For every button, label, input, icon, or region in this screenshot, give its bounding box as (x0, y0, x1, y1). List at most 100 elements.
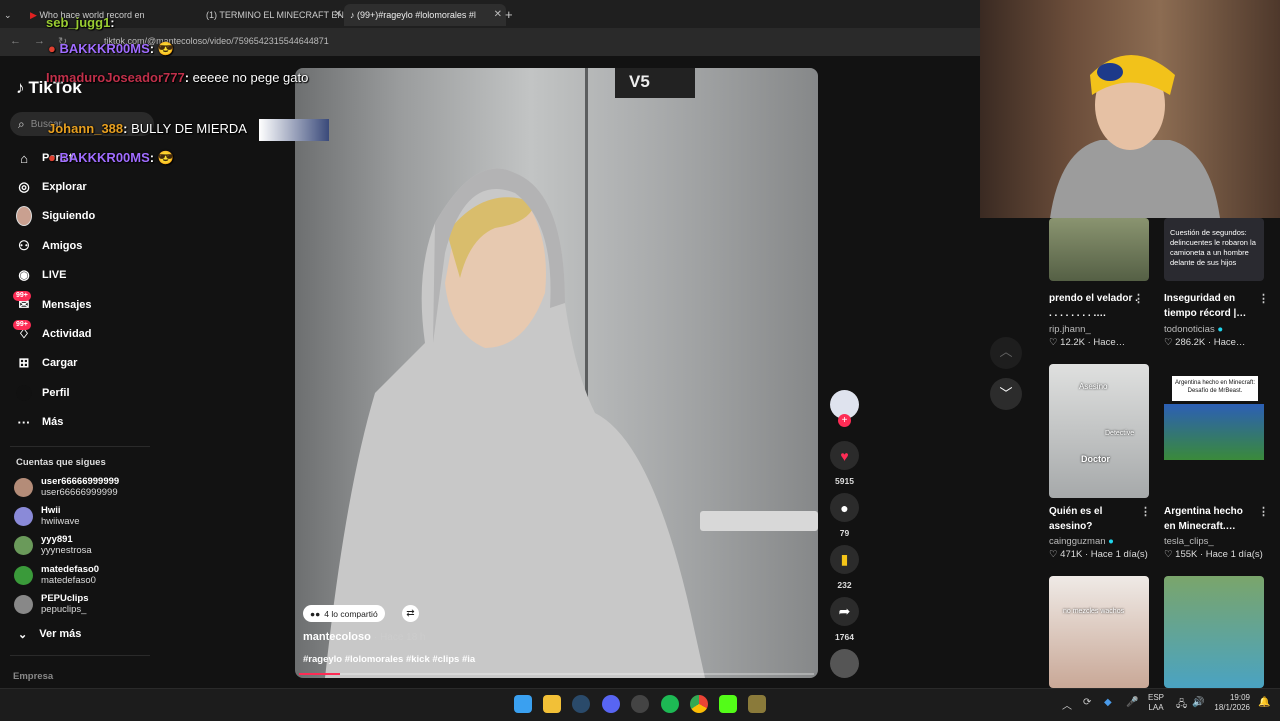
save-button[interactable]: ▮ (830, 545, 859, 574)
chat-message: Johann_388: BULLY DE MIERDA (48, 121, 247, 136)
tray-security-icon[interactable]: ◆ (1104, 697, 1112, 708)
footer-link[interactable]: Empresa (13, 671, 53, 682)
more-options-icon[interactable]: ⋮ (1258, 505, 1269, 518)
browser-tab-2[interactable]: (1) TERMINO EL MINECRAFT EN ✕ (200, 4, 346, 26)
file-explorer-icon[interactable] (543, 695, 561, 713)
bookmark-icon: ▮ (840, 551, 849, 567)
tiktok-note-icon: ♪ (16, 78, 25, 97)
windows-start-icon[interactable] (514, 695, 532, 713)
nav-item-amigos[interactable]: ⚇ Amigos (16, 235, 82, 257)
chat-message: seb_jugg1: (46, 15, 115, 30)
comment-button[interactable]: ● (830, 493, 859, 522)
avatar (14, 536, 33, 555)
see-more-button[interactable]: ⌄ Ver más (18, 628, 81, 641)
recommendation-author[interactable]: tesla_clips_ (1164, 536, 1214, 547)
following-account[interactable]: yyy891 yyynestrosa (14, 534, 92, 556)
recommendation-author-row[interactable]: caingguzman ● (1049, 536, 1114, 547)
thumbnail-label: Doctor (1081, 454, 1110, 464)
follow-plus-icon[interactable]: + (838, 414, 851, 427)
keyboard-layout: LAA (1148, 703, 1164, 712)
video-progress-track[interactable] (299, 673, 814, 675)
recommendation-stats: ♡ 12.2K · Hace… (1049, 337, 1126, 348)
share-button[interactable]: ➦ (830, 597, 859, 626)
following-section-title: Cuentas que sigues (16, 457, 106, 468)
like-button[interactable]: ♥ (830, 441, 859, 470)
recommendation-author: todonoticias (1164, 324, 1215, 335)
volume-icon[interactable]: 🔊 (1192, 697, 1204, 708)
recommendation-thumbnail[interactable] (1164, 576, 1264, 688)
video-hashtags[interactable]: #rageylo #lolomorales #kick #clips #ia (303, 654, 475, 665)
next-video-button[interactable]: ﹀ (990, 378, 1022, 410)
browser-tab-3-active[interactable]: ♪ (99+)#rageylo #lolomorales #l ✕ (344, 4, 506, 26)
more-options-icon[interactable]: ⋮ (1258, 292, 1269, 305)
following-account[interactable]: matedefaso0 matedefaso0 (14, 564, 99, 586)
music-disc-icon[interactable] (830, 649, 859, 678)
previous-video-button[interactable]: ︿ (990, 337, 1022, 369)
nav-item-siguiendo[interactable]: Siguiendo (16, 205, 95, 227)
kick-icon[interactable] (719, 695, 737, 713)
nav-item-perfil[interactable]: Perfil (16, 382, 70, 404)
network-icon[interactable]: 🖧 (1176, 697, 1187, 714)
verified-badge-icon: ● (1217, 324, 1224, 335)
nav-item-mas[interactable]: ··· Más (16, 411, 64, 433)
recommendation-thumbnail[interactable]: Cuestión de segundos: delincuentes le ro… (1164, 218, 1264, 281)
repost-icon[interactable]: ⇄ (402, 605, 419, 622)
tab-list-button[interactable]: ⌄ (4, 4, 24, 26)
chat-emote-icon: 😎 (157, 150, 174, 165)
thumbnail-caption: Cuestión de segundos: delincuentes le ro… (1170, 228, 1256, 267)
nav-item-actividad[interactable]: ♢ 99+ Actividad (13, 320, 92, 345)
more-options-icon[interactable]: ⋮ (1133, 292, 1144, 305)
spotify-icon[interactable] (661, 695, 679, 713)
following-account[interactable]: Hwii hwiiwave (14, 505, 80, 527)
thumbnail-caption: Argentina hecho en Minecraft: Desafío de… (1172, 376, 1258, 401)
nav-item-mensajes[interactable]: ✉ 99+ Mensajes (13, 291, 92, 316)
nav-item-live[interactable]: ◉ LIVE (16, 264, 66, 286)
recommendation-title[interactable]: Inseguridad en tiempo récord |… (1164, 291, 1256, 321)
streamer-figure (1050, 55, 1220, 218)
video-author[interactable]: mantecoloso (303, 631, 371, 643)
close-tab-icon[interactable]: ✕ (334, 4, 342, 26)
recommendation-thumbnail[interactable]: Asesino Detective Doctor (1049, 364, 1149, 498)
forward-arrow-icon[interactable]: → (34, 35, 45, 47)
following-account[interactable]: PEPUclips pepuclips_ (14, 593, 89, 615)
new-tab-button[interactable]: + (505, 4, 519, 26)
notification-bell-icon[interactable]: 🔔 (1258, 697, 1270, 708)
heart-icon: ♥ (840, 447, 849, 464)
recommendation-author-row[interactable]: todonoticias ● (1164, 324, 1223, 335)
back-arrow-icon[interactable]: ← (10, 35, 21, 47)
chat-username: BAKKKR00MS (59, 41, 150, 56)
divider (10, 655, 150, 656)
chevron-down-icon: ⌄ (18, 629, 28, 641)
tray-mic-icon[interactable]: 🎤 (1126, 697, 1138, 708)
shared-avatars-icon: ●● (310, 608, 321, 619)
recommendation-thumbnail[interactable]: Argentina hecho en Minecraft: Desafío de… (1164, 364, 1264, 498)
recommendation-author[interactable]: rip.jhann_ (1049, 324, 1091, 335)
discord-icon[interactable] (602, 695, 620, 713)
tray-sync-icon[interactable]: ⟳ (1083, 697, 1091, 708)
recommendation-title[interactable]: Quién es el asesino? (1049, 504, 1141, 534)
video-player[interactable]: V5 ●● 4 lo compartió ⇄ mantecoloso · Hac… (295, 68, 818, 678)
recommendation-thumbnail[interactable] (1049, 218, 1149, 281)
close-tab-icon[interactable]: ✕ (494, 4, 502, 26)
more-options-icon[interactable]: ⋮ (1140, 505, 1151, 518)
more-icon: ··· (17, 414, 31, 430)
recommendation-thumbnail[interactable]: no mezcles wachos (1049, 576, 1149, 688)
recommendation-title[interactable]: Argentina hecho en Minecraft.… (1164, 504, 1256, 534)
chrome-icon[interactable] (690, 695, 708, 713)
steam-icon[interactable] (572, 695, 590, 713)
obs-icon[interactable] (631, 695, 649, 713)
following-avatar-icon (16, 206, 32, 226)
clock[interactable]: 19:09 18/1/2026 (1214, 693, 1250, 713)
clock-time: 19:09 (1229, 693, 1250, 702)
tray-chevron-icon[interactable]: ︿ (1062, 697, 1072, 712)
shared-by-pill[interactable]: ●● 4 lo compartió (303, 605, 385, 622)
nav-item-explorar[interactable]: ◎ Explorar (16, 176, 86, 198)
chat-username: Johann_388 (48, 121, 124, 136)
chat-text: eeeee no pege gato (192, 70, 309, 85)
language-indicator[interactable]: ESP LAA (1148, 693, 1164, 713)
recommendation-title[interactable]: prendo el velador . . . . . . . . . .… (1049, 291, 1141, 321)
following-account[interactable]: user66666999999 user66666999999 (14, 476, 119, 498)
app-icon[interactable] (748, 695, 766, 713)
nav-item-cargar[interactable]: ⊞ Cargar (16, 352, 78, 374)
nav-label: LIVE (42, 269, 67, 281)
